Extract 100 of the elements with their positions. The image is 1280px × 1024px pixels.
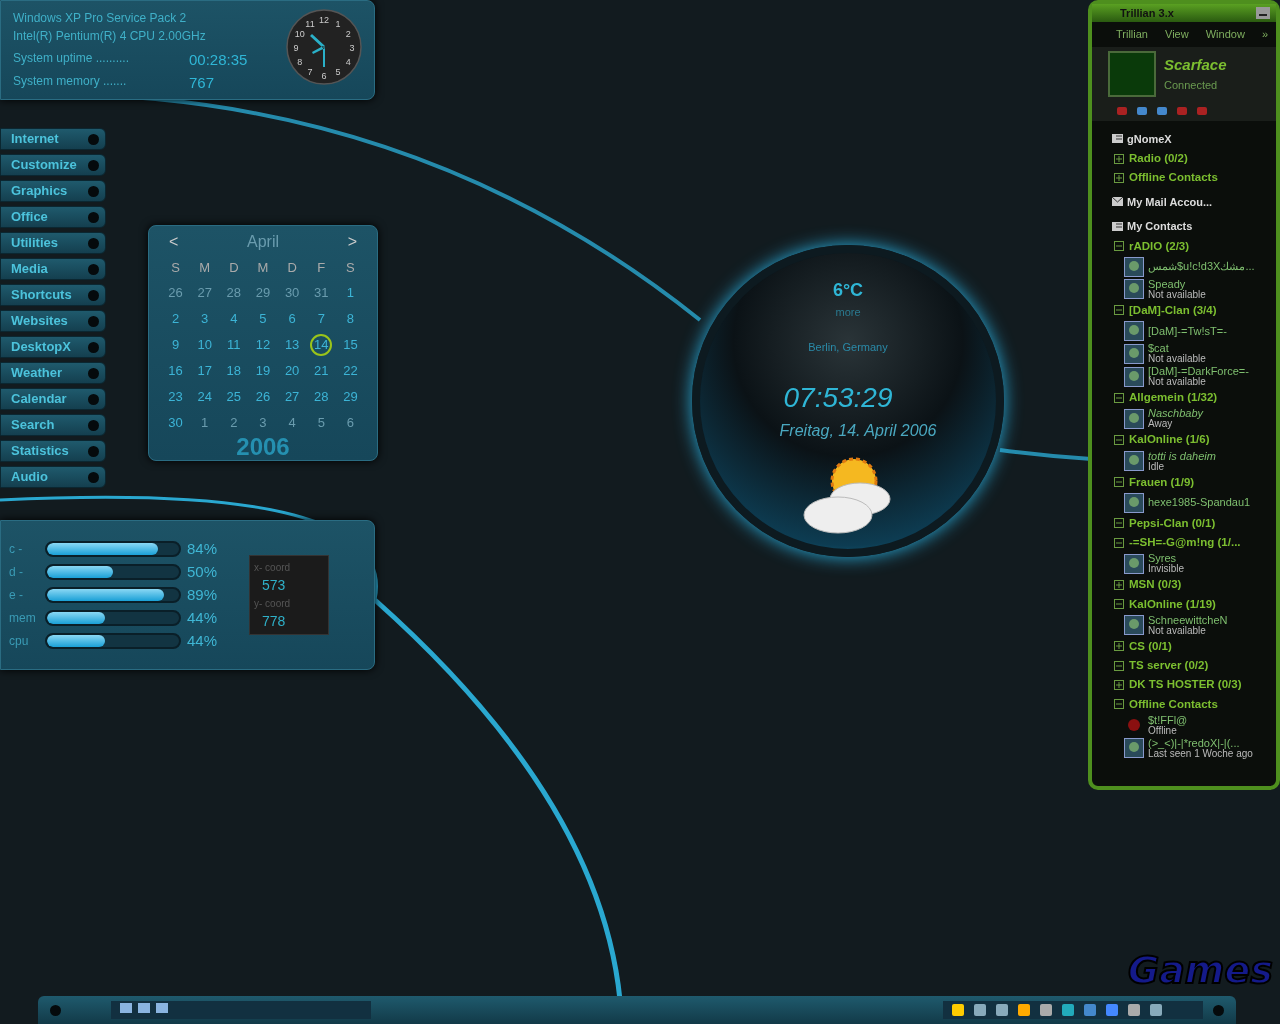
group-name[interactable]: Radio (0/2) (1129, 150, 1188, 168)
launcher-button[interactable]: Customize (0, 154, 106, 176)
contact-name[interactable]: Syres (1148, 553, 1185, 565)
launcher-button[interactable]: Utilities (0, 232, 106, 254)
tray-icon[interactable] (1149, 1003, 1163, 1017)
tray-icon[interactable] (1127, 1003, 1141, 1017)
expander-icon[interactable] (1114, 153, 1124, 164)
tray-icon[interactable] (1083, 1003, 1097, 1017)
launcher-button[interactable]: Websites (0, 310, 106, 332)
contact-name[interactable]: (>_<)|-|*redoX|-|(... (1148, 737, 1253, 749)
calendar-day[interactable]: 5 (310, 411, 333, 434)
calendar-day[interactable]: 28 (310, 385, 333, 408)
section-title[interactable]: My Mail Accou... (1127, 193, 1270, 210)
expander-icon[interactable] (1114, 537, 1124, 548)
expander-icon[interactable] (1114, 477, 1124, 488)
calendar-day[interactable]: 26 (252, 385, 274, 408)
expander-icon[interactable] (1114, 172, 1124, 183)
tray-icon[interactable] (1105, 1003, 1119, 1017)
calendar-day[interactable]: 10 (193, 333, 216, 356)
calendar-day[interactable]: 27 (281, 385, 304, 408)
calendar-day[interactable]: 24 (193, 385, 216, 408)
group-name[interactable]: CS (0/1) (1129, 637, 1172, 655)
calendar-day[interactable]: 4 (222, 307, 245, 330)
tray-icon[interactable] (973, 1003, 987, 1017)
calendar-day[interactable]: 8 (339, 307, 362, 330)
calendar-day[interactable]: 15 (339, 333, 362, 356)
group-name[interactable]: KalOnline (1/6) (1129, 431, 1210, 449)
expander-icon[interactable] (1114, 434, 1124, 445)
quick-launch-icon[interactable] (137, 1001, 151, 1015)
calendar-day[interactable]: 12 (252, 333, 274, 356)
menu-item[interactable]: » (1261, 26, 1268, 43)
expander-icon[interactable] (1114, 241, 1124, 252)
contact-name[interactable]: $cat (1148, 343, 1206, 354)
calendar-day[interactable]: 20 (281, 359, 304, 382)
launcher-button[interactable]: Internet (0, 128, 106, 150)
calendar-day[interactable]: 3 (193, 307, 216, 330)
calendar-day[interactable]: 30 (281, 281, 304, 304)
launcher-button[interactable]: DesktopX (0, 336, 106, 358)
quick-launch-icon[interactable] (119, 1001, 133, 1015)
menu-item[interactable]: Trillian (1116, 26, 1148, 43)
tray-icon[interactable] (995, 1003, 1009, 1017)
prev-month-button[interactable]: < (169, 230, 179, 254)
calendar-day[interactable]: 1 (193, 411, 216, 434)
group-name[interactable]: TS server (0/2) (1129, 657, 1209, 675)
launcher-button[interactable]: Graphics (0, 180, 106, 202)
launcher-button[interactable]: Calendar (0, 388, 106, 410)
calendar-day[interactable]: 14 (310, 333, 333, 356)
group-name[interactable]: MSN (0/3) (1129, 576, 1182, 594)
group-name[interactable]: [DaM]-Clan (3/4) (1129, 301, 1217, 319)
calendar-day[interactable]: 17 (193, 359, 216, 382)
calendar-day[interactable]: 26 (164, 281, 187, 304)
contact-name[interactable]: Naschbaby (1148, 408, 1204, 420)
calendar-day[interactable]: 2 (164, 307, 187, 330)
calendar-day[interactable]: 2 (222, 411, 245, 434)
calendar-day[interactable]: 7 (310, 307, 333, 330)
calendar-day[interactable]: 5 (252, 307, 274, 330)
calendar-day[interactable]: 3 (252, 411, 274, 434)
calendar-day[interactable]: 30 (164, 411, 187, 434)
expander-icon[interactable] (1114, 679, 1124, 690)
launcher-button[interactable]: Media (0, 258, 106, 280)
tray-icon[interactable] (1039, 1003, 1053, 1017)
section-title[interactable]: gNomeX (1127, 130, 1270, 147)
expander-icon[interactable] (1114, 641, 1124, 652)
launcher-button[interactable]: Shortcuts (0, 284, 106, 306)
calendar-day[interactable]: 22 (339, 359, 362, 382)
calendar-day[interactable]: 27 (193, 281, 216, 304)
group-name[interactable]: Frauen (1/9) (1129, 473, 1195, 491)
calendar-day[interactable]: 31 (310, 281, 333, 304)
contact-name[interactable]: شمس$u!c!d3Xمشك... (1148, 261, 1255, 273)
expander-icon[interactable] (1114, 392, 1124, 403)
section-title[interactable]: My Contacts (1127, 218, 1270, 235)
expander-icon[interactable] (1114, 599, 1124, 610)
calendar-day[interactable]: 9 (164, 333, 187, 356)
calendar-day[interactable]: 18 (222, 359, 245, 382)
launcher-button[interactable]: Weather (0, 362, 106, 384)
tray-icon[interactable] (1061, 1003, 1075, 1017)
contact-name[interactable]: $t!FFl@ (1148, 714, 1188, 726)
calendar-day[interactable]: 6 (281, 307, 304, 330)
calendar-day[interactable]: 29 (252, 281, 274, 304)
tray-icon[interactable] (1017, 1003, 1031, 1017)
group-name[interactable]: KalOnline (1/19) (1129, 595, 1216, 613)
group-name[interactable]: rADIO (2/3) (1129, 237, 1190, 255)
calendar-day[interactable]: 21 (310, 359, 333, 382)
more-link[interactable]: more (835, 304, 861, 321)
menu-item[interactable]: Window (1205, 26, 1245, 43)
group-name[interactable]: Allgemein (1/32) (1129, 389, 1218, 407)
calendar-day[interactable]: 19 (252, 359, 274, 382)
calendar-day[interactable]: 4 (281, 411, 304, 434)
expander-icon[interactable] (1114, 305, 1124, 316)
group-name[interactable]: DK TS HOSTER (0/3) (1129, 676, 1242, 694)
calendar-day[interactable]: 25 (222, 385, 245, 408)
group-name[interactable]: -=SH=-G@m!ng (1/... (1129, 534, 1241, 552)
menu-item[interactable]: View (1165, 26, 1189, 43)
quick-launch-icon[interactable] (155, 1001, 169, 1015)
next-month-button[interactable]: > (347, 230, 357, 254)
contact-name[interactable]: SchneewittcheN (1148, 614, 1228, 626)
group-name[interactable]: Pepsi-Clan (0/1) (1129, 514, 1216, 532)
launcher-button[interactable]: Office (0, 206, 106, 228)
launcher-button[interactable]: Statistics (0, 440, 106, 462)
calendar-day[interactable]: 29 (339, 385, 362, 408)
